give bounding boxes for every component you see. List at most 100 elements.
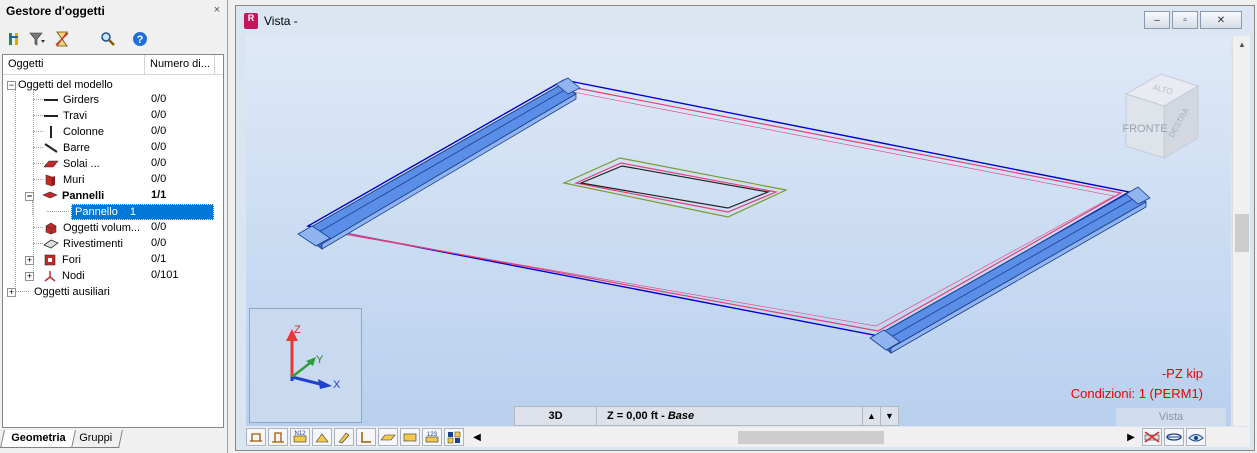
panel-outline: [314, 85, 1123, 332]
filter-icon[interactable]: [26, 27, 50, 51]
tree-count: 0/0: [151, 141, 167, 153]
cube-front-label: FRONTE: [1122, 123, 1167, 135]
tree-node-model-objects[interactable]: − Oggetti del modello: [7, 77, 113, 93]
girder-icon: [43, 93, 59, 107]
vertical-scrollbar[interactable]: ▲: [1232, 36, 1250, 426]
view-window-titlebar[interactable]: R Vista - – ▫ ✕: [236, 6, 1254, 36]
panels-icon[interactable]: [378, 428, 398, 446]
vista-label: Vista: [1116, 408, 1226, 426]
sections-icon[interactable]: [356, 428, 376, 446]
window-controls: – ▫ ✕: [1144, 11, 1242, 29]
tree-item-pannello[interactable]: Pannello 1: [71, 204, 214, 220]
tree-node-nodi[interactable]: + Nodi: [25, 268, 85, 284]
tab-label: Gruppi: [79, 432, 113, 444]
level-name: Base: [667, 410, 695, 422]
tree-item-muri[interactable]: Muri: [43, 172, 84, 188]
tab-label: Geometria: [11, 432, 66, 444]
column-icon: [43, 125, 59, 139]
section-view-icon[interactable]: [268, 428, 288, 446]
axis-z-label: Z: [294, 324, 301, 336]
tree-count: 0/101: [151, 269, 179, 281]
tree-label: Girders: [63, 94, 100, 106]
scroll-left-icon[interactable]: ◀: [470, 432, 484, 443]
tree-count: 0/0: [151, 221, 167, 233]
grid-icon[interactable]: [444, 428, 464, 446]
help-icon[interactable]: ?: [128, 27, 152, 51]
level-down-button[interactable]: ▼: [880, 407, 898, 425]
column-header-objects[interactable]: Oggetti: [3, 55, 145, 74]
scroll-right-icon[interactable]: ▶: [1124, 432, 1138, 443]
load-conditions: Condizioni: 1 (PERM1): [1070, 386, 1203, 401]
tree-header: Oggetti Numero di...: [3, 55, 223, 75]
expand-icon[interactable]: +: [7, 287, 16, 297]
collapse-icon[interactable]: −: [25, 191, 34, 201]
structure-view-icon[interactable]: [246, 428, 266, 446]
axis-y-label: Y: [316, 354, 324, 366]
columns-selector-icon[interactable]: [2, 27, 26, 51]
tree-label: Travi: [63, 110, 88, 122]
tree-item-solai[interactable]: Solai ...: [43, 156, 100, 172]
node-numbers-icon[interactable]: N12: [290, 428, 310, 446]
tree-item-volumetric[interactable]: Oggetti volum...: [43, 220, 140, 236]
tree-label: Oggetti del modello: [18, 79, 113, 91]
minimize-button[interactable]: –: [1144, 11, 1170, 29]
hscroll-thumb[interactable]: [738, 431, 884, 444]
tree-label: Barre: [63, 142, 90, 154]
view-status-strip: 3D Z = 0,00 ft - Base ▲ ▼: [514, 406, 899, 426]
object-tree: Oggetti Numero di... − Oggetti del model…: [2, 54, 224, 428]
tree-count: 0/0: [151, 157, 167, 169]
view-cube[interactable]: ALTO FRONTE DESTRA: [1106, 66, 1216, 166]
tab-geometria[interactable]: Geometria: [0, 430, 77, 448]
close-button[interactable]: ✕: [1200, 11, 1242, 29]
tree-item-barre[interactable]: Barre: [43, 140, 90, 156]
expand-icon[interactable]: +: [25, 255, 34, 265]
collapse-icon[interactable]: −: [7, 80, 16, 90]
slab-icon: [43, 157, 59, 171]
numbering-icon[interactable]: 123: [422, 428, 442, 446]
slab-outline: [306, 79, 1131, 337]
tree-node-fori[interactable]: + Fori: [25, 252, 81, 268]
search-icon[interactable]: [96, 27, 120, 51]
axis-indicator: Z X Y: [249, 308, 362, 423]
display-beam-icon[interactable]: [1164, 428, 1184, 446]
column-header-count[interactable]: Numero di...: [145, 55, 215, 74]
tree-node-pannelli[interactable]: − Pannelli: [25, 188, 104, 204]
horizontal-scrollbar[interactable]: [484, 429, 1124, 445]
tab-gruppi[interactable]: Gruppi: [68, 430, 124, 448]
members-icon[interactable]: [334, 428, 354, 446]
tree-item-girders[interactable]: Girders: [43, 92, 99, 108]
node-icon: [42, 269, 58, 283]
expand-icon[interactable]: +: [25, 271, 34, 281]
scroll-up-icon[interactable]: ▲: [1233, 36, 1251, 53]
restore-button[interactable]: ▫: [1172, 11, 1198, 29]
panel-close-icon[interactable]: ×: [211, 4, 223, 16]
svg-text:123: 123: [427, 432, 438, 438]
tree-label: Fori: [62, 254, 81, 266]
wall-icon: [43, 173, 59, 187]
level-selector[interactable]: Z = 0,00 ft - Base: [597, 410, 862, 422]
3d-viewport[interactable]: ALTO FRONTE DESTRA Z X Y -PZ kip Condizi…: [246, 36, 1231, 426]
mdi-area: R Vista - – ▫ ✕ ALTO FRONTE DESTRA Z X Y…: [232, 0, 1257, 453]
level-prefix: Z = 0,00 ft -: [607, 410, 668, 422]
tree-label: Oggetti volum...: [63, 222, 141, 234]
tree-label: Colonne: [63, 126, 104, 138]
tree-item-rivestimenti[interactable]: Rivestimenti: [43, 236, 123, 252]
display-view-icon[interactable]: [1186, 428, 1206, 446]
tree-label: Solai ...: [63, 158, 100, 170]
tree-count: 0/0: [151, 125, 167, 137]
tree-item-colonne[interactable]: Colonne: [43, 124, 104, 140]
window-title: Vista -: [264, 14, 298, 28]
tree-count: 0/0: [151, 237, 167, 249]
view-mode-3d[interactable]: 3D: [515, 407, 597, 425]
display-off-icon[interactable]: [1142, 428, 1162, 446]
tree-item-travi[interactable]: Travi: [43, 108, 87, 124]
view-window: R Vista - – ▫ ✕ ALTO FRONTE DESTRA Z X Y…: [235, 5, 1255, 451]
hourglass-filter-icon[interactable]: [50, 27, 74, 51]
supports-icon[interactable]: [312, 428, 332, 446]
left-footing: [297, 77, 581, 250]
scroll-thumb[interactable]: [1235, 214, 1249, 252]
level-up-button[interactable]: ▲: [862, 407, 880, 425]
tree-node-aux-objects[interactable]: + Oggetti ausiliari: [7, 284, 110, 300]
tree-label: Pannelli: [62, 190, 105, 202]
panel-fill-icon[interactable]: [400, 428, 420, 446]
